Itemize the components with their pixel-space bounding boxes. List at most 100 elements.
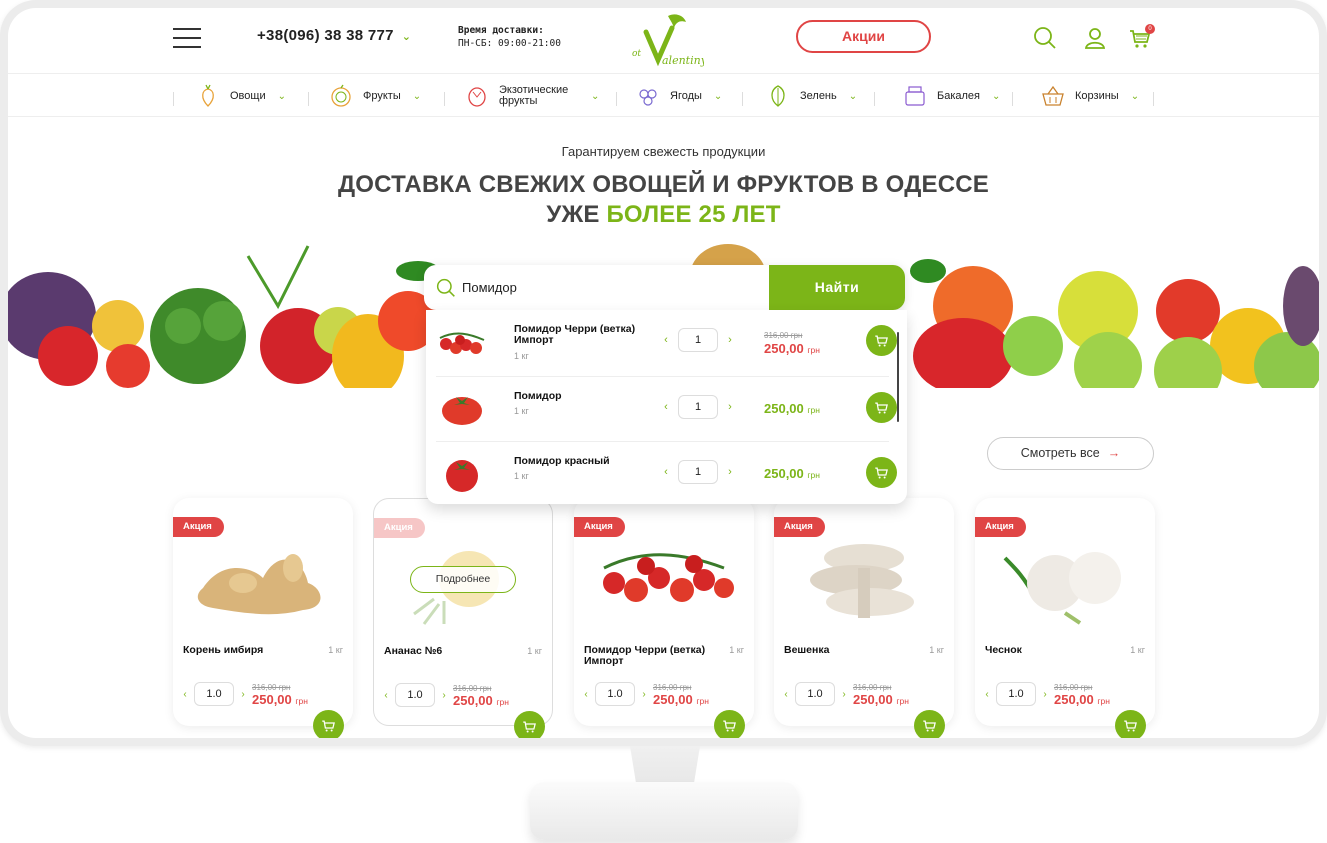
pitaya-icon bbox=[468, 87, 486, 107]
cart-icon bbox=[875, 467, 888, 479]
cart-count-badge: 0 bbox=[1145, 24, 1155, 34]
product-price: 250,00 грн bbox=[1054, 692, 1110, 707]
add-to-cart-button[interactable] bbox=[866, 325, 897, 356]
increase-arrow-icon[interactable]: › bbox=[238, 689, 248, 700]
product-card[interactable]: Акция Чеснок 1 кг ‹ 1.0 › 316,00 грн 250… bbox=[975, 498, 1155, 738]
result-price: 250,00 грн bbox=[764, 466, 820, 481]
cart-icon bbox=[322, 720, 335, 732]
category-nav: Овощи ⌄ Фрукты ⌄ Экзотические фрукты ⌄ Я… bbox=[8, 74, 1319, 117]
monitor-stand-base bbox=[530, 782, 798, 840]
search-result-item[interactable]: Помидор 1 кг ‹ 1 › 250,00 грн bbox=[436, 376, 897, 438]
quantity-field[interactable]: 1.0 bbox=[395, 683, 435, 707]
quantity-field[interactable]: 1 bbox=[678, 395, 718, 419]
nav-divider bbox=[173, 92, 174, 106]
decrease-arrow-icon[interactable]: ‹ bbox=[982, 689, 992, 700]
category-fruits[interactable]: Фрукты ⌄ bbox=[329, 82, 421, 110]
user-icon[interactable] bbox=[1083, 26, 1107, 50]
cart-icon bbox=[723, 720, 736, 732]
arrow-right-icon: → bbox=[1107, 446, 1121, 460]
menu-burger-icon[interactable] bbox=[173, 28, 201, 48]
product-name: Помидор Черри (ветка) Импорт bbox=[584, 644, 706, 667]
red-tomato-image bbox=[446, 460, 478, 492]
decrease-arrow-icon[interactable]: ‹ bbox=[781, 689, 791, 700]
search-button[interactable]: Найти bbox=[769, 265, 905, 310]
details-button[interactable]: Подробнее bbox=[410, 566, 516, 593]
quantity-field[interactable]: 1.0 bbox=[795, 682, 835, 706]
increase-arrow-icon[interactable]: › bbox=[839, 689, 849, 700]
category-grocery[interactable]: Бакалея ⌄ bbox=[903, 82, 1000, 110]
increase-arrow-icon[interactable]: › bbox=[724, 401, 736, 413]
decrease-arrow-icon[interactable]: ‹ bbox=[180, 689, 190, 700]
category-label: Бакалея bbox=[937, 89, 981, 102]
product-price: 250,00 грн bbox=[653, 692, 709, 707]
quantity-field[interactable]: 1 bbox=[678, 328, 718, 352]
search-icon bbox=[436, 278, 455, 297]
search-box: Найти bbox=[424, 265, 905, 310]
chevron-down-icon: ⌄ bbox=[412, 90, 422, 102]
result-name: Помидор Черри (ветка) Импорт bbox=[514, 323, 636, 346]
increase-arrow-icon[interactable]: › bbox=[439, 690, 449, 701]
add-to-cart-button[interactable] bbox=[714, 710, 745, 738]
hero-title-line2: УЖЕ БОЛЕЕ 25 ЛЕТ bbox=[546, 201, 781, 228]
quantity-stepper: ‹ 1.0 › bbox=[381, 683, 449, 707]
increase-arrow-icon[interactable]: › bbox=[1040, 689, 1050, 700]
add-to-cart-button[interactable] bbox=[866, 457, 897, 488]
search-result-item[interactable]: Помидор Черри (ветка) Импорт 1 кг ‹ 1 › … bbox=[436, 310, 897, 372]
product-card[interactable]: Акция Вешенка 1 кг ‹ 1.0 › 316,00 грн 25… bbox=[774, 498, 954, 738]
product-unit: 1 кг bbox=[729, 645, 744, 655]
product-card[interactable]: Акция Помидор Черри (ветка) Импорт 1 кг … bbox=[574, 498, 754, 738]
add-to-cart-button[interactable] bbox=[866, 392, 897, 423]
delivery-time: ПН-СБ: 09:00-21:00 bbox=[458, 38, 561, 49]
hero-title-line1: ДОСТАВКА СВЕЖИХ ОВОЩЕЙ И ФРУКТОВ В ОДЕСС… bbox=[337, 171, 990, 198]
category-baskets[interactable]: Корзины ⌄ bbox=[1041, 82, 1139, 110]
nav-divider bbox=[616, 92, 617, 106]
increase-arrow-icon[interactable]: › bbox=[639, 689, 649, 700]
product-unit: 1 кг bbox=[328, 645, 343, 655]
decrease-arrow-icon[interactable]: ‹ bbox=[660, 466, 672, 478]
quantity-field[interactable]: 1.0 bbox=[595, 682, 635, 706]
product-price: 250,00 грн bbox=[853, 692, 909, 707]
product-name: Корень имбиря bbox=[183, 644, 264, 656]
add-to-cart-button[interactable] bbox=[914, 710, 945, 738]
increase-arrow-icon[interactable]: › bbox=[724, 466, 736, 478]
site-logo[interactable]: ot alentiny bbox=[624, 10, 704, 70]
old-price: 316,00 грн bbox=[252, 683, 291, 692]
oyster-mushroom-image bbox=[810, 544, 914, 618]
see-all-button[interactable]: Смотреть все → bbox=[987, 437, 1154, 470]
decrease-arrow-icon[interactable]: ‹ bbox=[381, 690, 391, 701]
category-exotic-fruits[interactable]: Экзотические фрукты ⌄ bbox=[465, 82, 599, 110]
product-unit: 1 кг bbox=[1130, 645, 1145, 655]
category-greens[interactable]: Зелень ⌄ bbox=[766, 82, 857, 110]
hero-title-highlight: БОЛЕЕ 25 ЛЕТ bbox=[606, 201, 781, 228]
search-icon[interactable] bbox=[1033, 26, 1057, 50]
dropdown-scrollbar[interactable] bbox=[897, 332, 899, 422]
hero-title: ДОСТАВКА СВЕЖИХ ОВОЩЕЙ И ФРУКТОВ В ОДЕСС… bbox=[8, 170, 1319, 230]
add-to-cart-button[interactable] bbox=[313, 710, 344, 738]
decrease-arrow-icon[interactable]: ‹ bbox=[660, 334, 672, 346]
quantity-field[interactable]: 1.0 bbox=[194, 682, 234, 706]
search-input[interactable] bbox=[462, 265, 762, 310]
phone-number[interactable]: +38(096) 38 38 777 ⌄ bbox=[257, 27, 411, 44]
product-name: Вешенка bbox=[784, 644, 830, 656]
nav-divider bbox=[742, 92, 743, 106]
old-price: 316,00 грн bbox=[853, 683, 892, 692]
increase-arrow-icon[interactable]: › bbox=[724, 334, 736, 346]
category-berries[interactable]: Ягоды ⌄ bbox=[636, 82, 722, 110]
add-to-cart-button[interactable] bbox=[1115, 710, 1146, 738]
product-card[interactable]: Акция Корень имбиря 1 кг ‹ 1.0 › 316,00 … bbox=[173, 498, 353, 738]
category-vegetables[interactable]: Овощи ⌄ bbox=[196, 82, 286, 110]
decrease-arrow-icon[interactable]: ‹ bbox=[660, 401, 672, 413]
add-to-cart-button[interactable] bbox=[514, 711, 545, 738]
ginger-image bbox=[197, 554, 321, 615]
decrease-arrow-icon[interactable]: ‹ bbox=[581, 689, 591, 700]
svg-text:alentiny: alentiny bbox=[662, 54, 704, 67]
promo-button[interactable]: Акции bbox=[796, 20, 931, 53]
quantity-field[interactable]: 1.0 bbox=[996, 682, 1036, 706]
quantity-field[interactable]: 1 bbox=[678, 460, 718, 484]
search-result-item[interactable]: Помидор красный 1 кг ‹ 1 › 250,00 грн bbox=[436, 441, 897, 503]
nav-divider bbox=[1153, 92, 1154, 106]
delivery-hours: Время доставки: ПН-СБ: 09:00-21:00 bbox=[458, 24, 561, 50]
product-card[interactable]: Акция Подробнее Ананас №6 1 кг ‹ 1.0 › 3… bbox=[373, 498, 553, 738]
product-price: 250,00 грн bbox=[252, 692, 308, 707]
old-price: 316,00 грн bbox=[764, 331, 803, 340]
